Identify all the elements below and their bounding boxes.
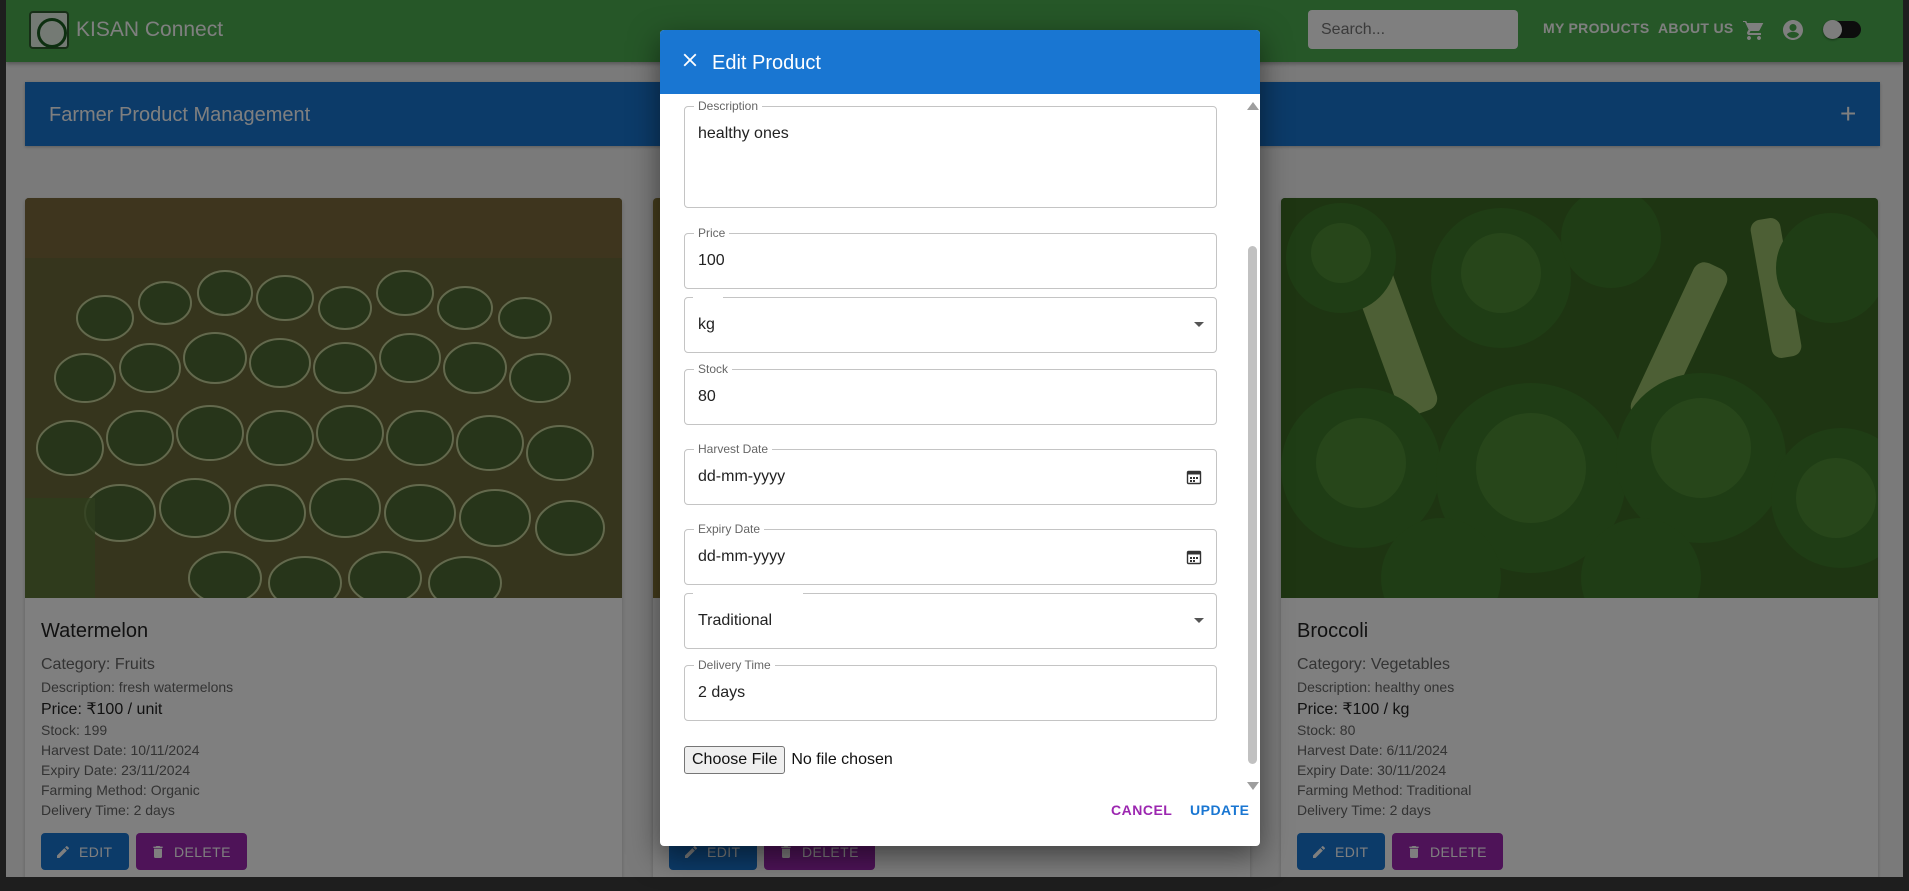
- edit-product-dialog: Edit Product Description healthy ones Pr…: [660, 30, 1260, 846]
- stock-field[interactable]: Stock 80: [684, 362, 1217, 425]
- calendar-icon[interactable]: [1186, 469, 1202, 485]
- expiry-date-label: Expiry Date: [694, 522, 765, 536]
- expiry-date-value: dd-mm-yyyy: [698, 548, 786, 565]
- description-label: Description: [694, 99, 763, 113]
- description-value: healthy ones: [698, 125, 789, 142]
- unit-value: kg: [698, 316, 715, 333]
- harvest-date-value: dd-mm-yyyy: [698, 468, 786, 485]
- harvest-date-label: Harvest Date: [694, 442, 773, 456]
- price-value: 100: [698, 252, 725, 269]
- expiry-date-field[interactable]: Expiry Date dd-mm-yyyy: [684, 522, 1217, 585]
- dialog-scrollbar[interactable]: [1247, 102, 1259, 790]
- stock-label: Stock: [694, 362, 733, 376]
- calendar-icon[interactable]: [1186, 549, 1202, 565]
- description-field[interactable]: Description healthy ones: [684, 99, 1217, 208]
- file-status: No file chosen: [791, 751, 893, 768]
- close-icon[interactable]: [679, 49, 701, 71]
- harvest-date-field[interactable]: Harvest Date dd-mm-yyyy: [684, 442, 1217, 505]
- stock-value: 80: [698, 388, 716, 405]
- scroll-up-arrow-icon[interactable]: [1247, 102, 1259, 110]
- unit-select[interactable]: kg: [684, 296, 1217, 353]
- farming-method-value: Traditional: [698, 612, 773, 629]
- farming-method-select[interactable]: Traditional: [684, 592, 1217, 649]
- price-label: Price: [694, 226, 730, 240]
- dialog-actions: CANCEL UPDATE: [660, 798, 1260, 846]
- scroll-down-arrow-icon[interactable]: [1247, 782, 1259, 790]
- delivery-time-field[interactable]: Delivery Time 2 days: [684, 658, 1217, 721]
- update-button[interactable]: UPDATE: [1190, 802, 1250, 818]
- chevron-down-icon: [1194, 618, 1204, 623]
- choose-file-button[interactable]: Choose File: [684, 746, 786, 774]
- delivery-time-label: Delivery Time: [694, 658, 775, 672]
- field-notch: [693, 296, 723, 300]
- chevron-down-icon: [1194, 322, 1204, 327]
- scroll-thumb[interactable]: [1248, 246, 1257, 764]
- cancel-button[interactable]: CANCEL: [1111, 802, 1172, 818]
- dialog-title: Edit Product: [712, 52, 821, 74]
- delivery-time-value: 2 days: [698, 684, 746, 701]
- dialog-body: Description healthy ones Price 100 kg St…: [660, 94, 1260, 824]
- price-field[interactable]: Price 100: [684, 226, 1217, 289]
- field-notch: [693, 592, 803, 596]
- dialog-header: Edit Product: [660, 30, 1260, 94]
- file-upload: Choose File No file chosen: [684, 746, 893, 774]
